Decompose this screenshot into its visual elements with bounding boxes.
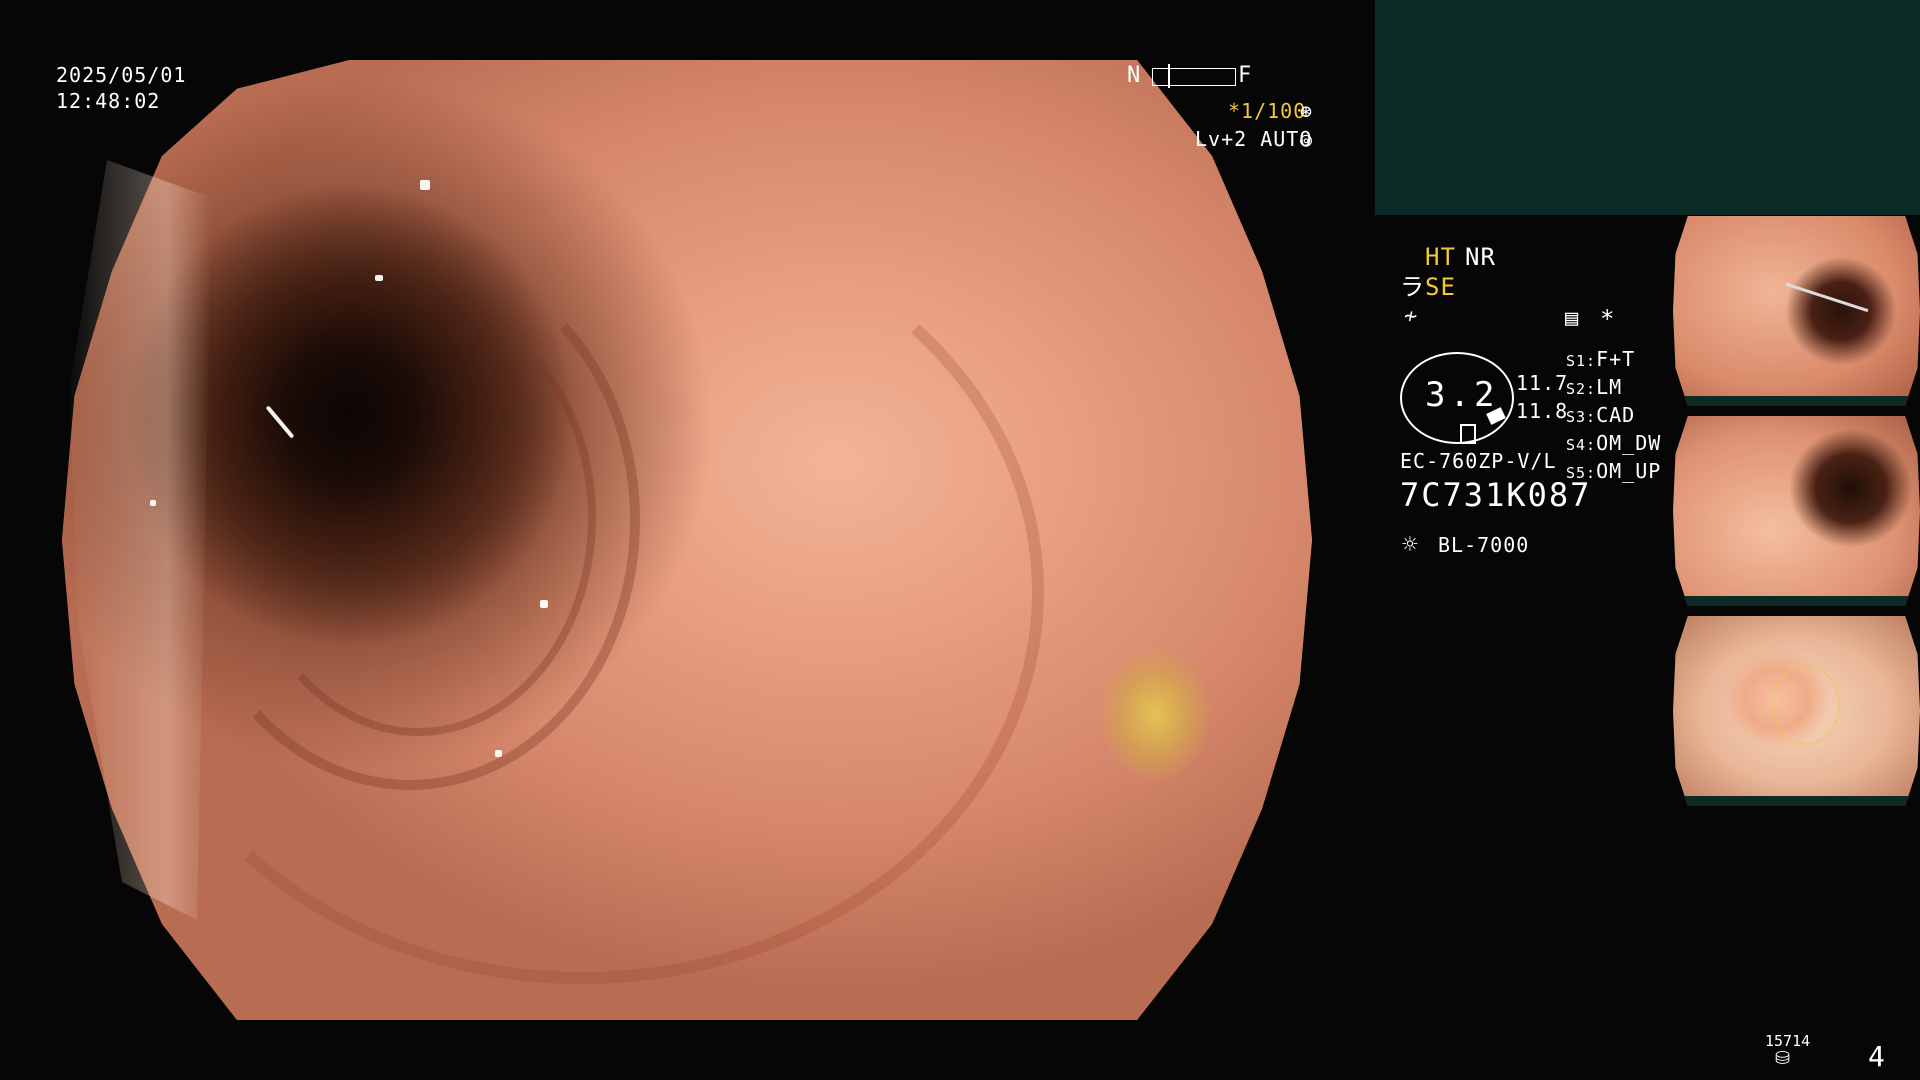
mode-value: OM_DW: [1596, 431, 1662, 455]
thumbnail-bar: [1673, 596, 1920, 606]
scope-model: EC-760ZP-V/L: [1400, 449, 1557, 473]
mode-item: S2:LM: [1566, 374, 1661, 402]
page-number: 4: [1868, 1040, 1885, 1073]
specular-reflection: [150, 500, 156, 506]
reading-bottom: 11.8: [1516, 399, 1569, 423]
record-icon: ▤: [1565, 306, 1579, 331]
dial-marker: [1460, 424, 1476, 444]
mode-key: S1:: [1566, 352, 1597, 370]
scale-indicator: [1168, 64, 1170, 88]
mode-key: S2:: [1566, 380, 1597, 398]
ht-label: HT: [1425, 243, 1456, 271]
status-panel: [1375, 0, 1920, 215]
iris-icon: ◎: [1300, 127, 1314, 151]
scope-serial: 7C731K087: [1400, 476, 1592, 514]
specular-reflection: [375, 275, 383, 281]
freeze-icon: ≁: [1404, 304, 1418, 329]
storage-icon: ⛁: [1775, 1048, 1791, 1069]
mode-value: OM_UP: [1596, 459, 1662, 483]
scale-far-label: F: [1238, 63, 1253, 88]
light-source-model: BL-7000: [1438, 533, 1530, 557]
capture-time: 12:48:02: [56, 89, 161, 113]
specular-reflection: [495, 750, 502, 757]
thumbnail-bar: [1673, 396, 1920, 406]
nr-label: NR: [1465, 243, 1496, 271]
se-label: SE: [1425, 273, 1456, 301]
capture-thumbnail[interactable]: [1673, 216, 1920, 406]
mode-key: S4:: [1566, 436, 1597, 454]
thumbnail-bar: [1673, 796, 1920, 806]
capture-date: 2025/05/01: [56, 63, 187, 87]
mode-key: S3:: [1566, 408, 1597, 426]
polyp-outline: [1771, 665, 1841, 746]
mode-value: CAD: [1596, 403, 1636, 427]
record-star: *: [1600, 305, 1616, 333]
aperture-icon: ⊛: [1300, 99, 1314, 123]
light-source-icon: ☼: [1402, 530, 1418, 560]
capture-thumbnail[interactable]: [1673, 616, 1920, 806]
zoom-value: 3.2: [1425, 375, 1499, 415]
mode-item: S1:F+T: [1566, 346, 1661, 374]
iris-mode: Lv+2 AUTO: [1195, 127, 1313, 151]
bile-spot: [1100, 650, 1210, 780]
mode-value: F+T: [1596, 347, 1636, 371]
mode-value: LM: [1596, 375, 1623, 399]
mode-list: S1:F+T S2:LM S3:CAD S4:OM_DW S5:OM_UP: [1566, 346, 1661, 486]
specular-reflection: [420, 180, 430, 190]
near-far-scale: [1152, 68, 1236, 86]
specular-reflection: [540, 600, 548, 608]
mucosa-fold-outer: [120, 200, 1044, 984]
capture-thumbnail[interactable]: [1673, 416, 1920, 606]
mode-item: S3:CAD: [1566, 402, 1661, 430]
reading-top: 11.7: [1516, 371, 1569, 395]
mode-item: S4:OM_DW: [1566, 430, 1661, 458]
scale-near-label: N: [1127, 63, 1142, 88]
instrument: [1785, 282, 1869, 313]
shutter-speed: *1/100: [1228, 99, 1307, 123]
se-prefix: ラ: [1400, 273, 1425, 301]
